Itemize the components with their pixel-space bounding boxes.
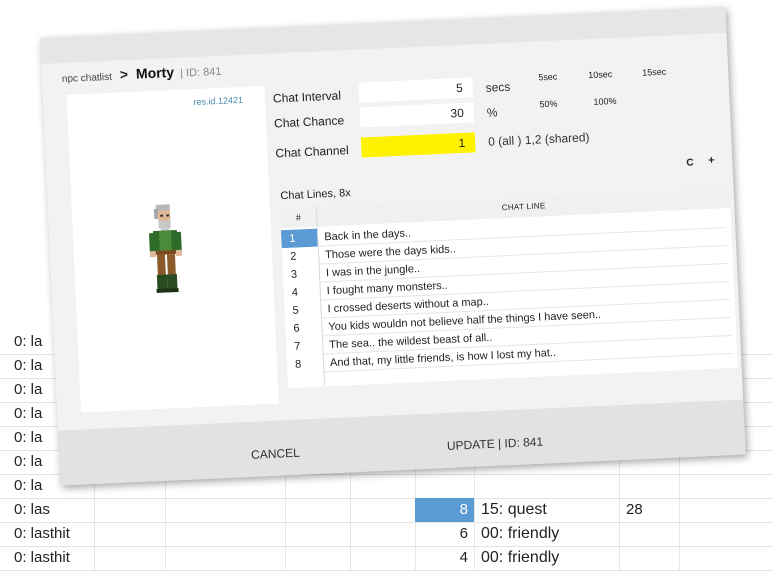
add-line-button[interactable]: +	[708, 155, 715, 167]
header-num: #	[295, 212, 302, 223]
sheet-cell[interactable]	[95, 522, 166, 546]
sheet-cell-label[interactable]: 15: quest	[475, 498, 620, 522]
npc-id: | ID: 841	[179, 65, 222, 80]
npc-portrait-panel: res.id.12421	[66, 85, 279, 413]
preset-15sec-button[interactable]: 15sec	[642, 67, 666, 78]
sheet-cell-type[interactable]: 0: lasthit	[0, 546, 95, 570]
sheet-row[interactable]: 0: lasthit 6 00: friendly	[0, 522, 773, 547]
sheet-cell-count[interactable]	[620, 474, 680, 498]
breadcrumb: npc chatlist > Morty | ID: 841	[61, 62, 222, 91]
chat-line-num[interactable]: 8	[286, 354, 324, 375]
sheet-cell-label[interactable]: 00: friendly	[475, 522, 620, 546]
sheet-cell[interactable]	[285, 546, 351, 570]
sheet-cell[interactable]	[350, 498, 416, 522]
sheet-cell-label[interactable]: 00: friendly	[475, 546, 620, 570]
resource-id: res.id.12421	[193, 94, 244, 108]
npc-chatlist-dialog: npc chatlist > Morty | ID: 841 res.id.12…	[40, 6, 746, 486]
chat-lines-title: Chat Lines, 8x	[280, 187, 351, 203]
breadcrumb-separator: >	[119, 66, 129, 83]
sheet-cell[interactable]	[95, 546, 166, 570]
chat-line-num-selected[interactable]: 1	[280, 228, 318, 249]
sheet-row[interactable]: 0: lasthit 4 00: friendly	[0, 546, 773, 571]
chat-lines-table: # CHAT LINE 1 Back in the days.. 2 Those…	[279, 187, 738, 389]
sheet-cell-count[interactable]	[620, 522, 680, 546]
chat-chance-label: Chat Chance	[273, 113, 345, 131]
chat-channel-label: Chat Channel	[275, 143, 350, 161]
preset-10sec-button[interactable]: 10sec	[588, 69, 612, 80]
chat-interval-label: Chat Interval	[272, 88, 342, 106]
sheet-cell-num[interactable]: 4	[415, 546, 475, 570]
sheet-cell[interactable]	[680, 546, 773, 570]
sheet-cell[interactable]	[680, 498, 773, 522]
sheet-cell[interactable]	[95, 498, 166, 522]
sheet-cell[interactable]	[680, 522, 773, 546]
sheet-cell-type[interactable]: 0: las	[0, 498, 95, 522]
chat-channel-input[interactable]: 1	[360, 132, 476, 158]
sheet-cell-count[interactable]: 28	[620, 498, 680, 522]
update-button[interactable]: UPDATE | ID: 841	[447, 435, 544, 453]
breadcrumb-parent-link[interactable]: npc chatlist	[62, 72, 112, 85]
sheet-cell[interactable]	[165, 546, 286, 570]
npc-old-man-sprite-icon	[148, 204, 183, 293]
chat-line-num[interactable]: 7	[285, 336, 323, 357]
chat-chance-input[interactable]: 30	[359, 102, 475, 128]
sheet-row[interactable]: 0: las 8 15: quest 28	[0, 498, 773, 523]
cancel-button[interactable]: CANCEL	[251, 446, 300, 462]
sheet-cell[interactable]	[165, 522, 286, 546]
sheet-cell[interactable]	[680, 474, 773, 498]
sheet-cell[interactable]	[285, 498, 351, 522]
preset-100-percent-button[interactable]: 100%	[593, 96, 616, 107]
chat-line-num[interactable]: 3	[282, 264, 320, 285]
sheet-cell-label[interactable]	[475, 474, 620, 498]
preset-50-percent-button[interactable]: 50%	[539, 99, 557, 110]
sheet-cell[interactable]	[350, 474, 416, 498]
chat-line-num[interactable]: 5	[284, 300, 322, 321]
sheet-cell-type[interactable]: 0: lasthit	[0, 522, 95, 546]
chat-interval-unit: secs	[485, 79, 511, 95]
chat-line-num[interactable]: 4	[283, 282, 321, 303]
chat-interval-input[interactable]: 5	[358, 77, 474, 103]
sheet-cell-num-selected[interactable]: 8	[415, 498, 475, 522]
chat-line-num[interactable]: 2	[281, 246, 319, 267]
chat-channel-hint: 0 (all ) 1,2 (shared)	[487, 130, 590, 149]
sheet-cell[interactable]	[350, 546, 416, 570]
sheet-cell[interactable]	[285, 474, 351, 498]
sheet-cell-num[interactable]: 6	[415, 522, 475, 546]
c-button[interactable]: C	[686, 157, 694, 168]
sheet-cell[interactable]	[350, 522, 416, 546]
dialog-top-bar	[40, 6, 727, 64]
preset-5sec-button[interactable]: 5sec	[538, 72, 557, 83]
npc-name: Morty	[135, 63, 175, 82]
sheet-cell-count[interactable]	[620, 546, 680, 570]
sheet-cell[interactable]	[285, 522, 351, 546]
chat-chance-unit: %	[486, 105, 498, 120]
sheet-cell-num[interactable]	[415, 474, 475, 498]
sheet-cell[interactable]	[165, 498, 286, 522]
chat-line-num[interactable]: 6	[285, 318, 322, 339]
